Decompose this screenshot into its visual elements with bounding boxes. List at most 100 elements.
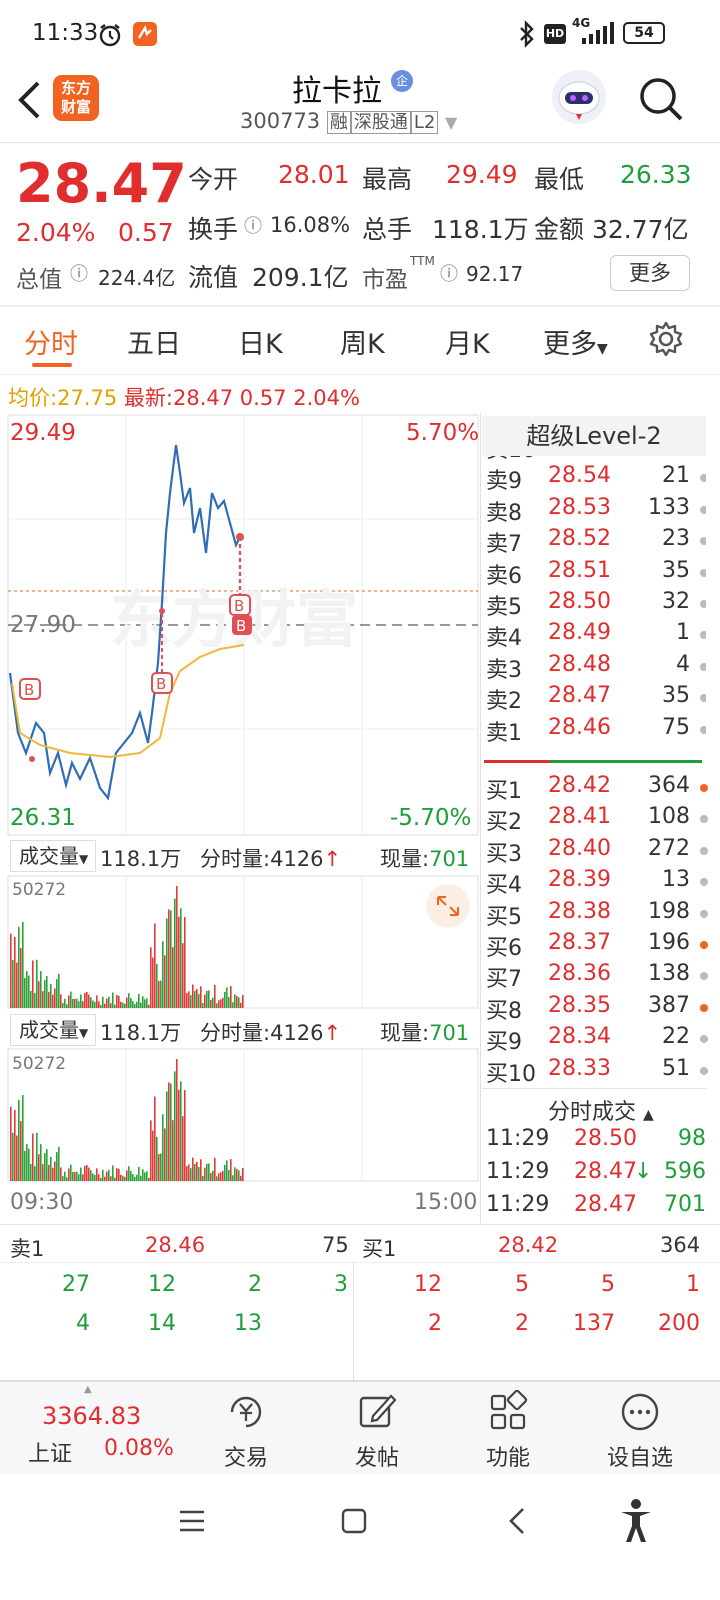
sell-order-row[interactable]: 卖3 28.48 4	[486, 651, 706, 683]
volume-selector[interactable]: 成交量▼	[10, 1014, 96, 1046]
buy-order-row[interactable]: 买1 28.42 364	[486, 773, 714, 804]
order-dot-icon	[700, 815, 708, 824]
order-label: 卖4	[486, 626, 522, 652]
pct-min-label: -5.70%	[390, 805, 472, 831]
order-dot-icon	[700, 694, 706, 703]
index-name[interactable]: 上证	[28, 1436, 72, 1468]
tab-weekly-k[interactable]: 周K	[340, 322, 385, 361]
svg-text:B: B	[236, 617, 246, 635]
mktcap-label: 总值	[16, 267, 62, 293]
trade-price: 28.50	[574, 1126, 637, 1151]
order-label: 卖8	[486, 500, 522, 526]
order-label: 买2	[486, 810, 522, 836]
index-pct[interactable]: 0.08%	[104, 1436, 174, 1461]
trade-row: 11:29 28.47 701	[486, 1192, 706, 1222]
sell-order-row[interactable]: 卖6 28.51 35	[486, 558, 706, 589]
tab-intraday[interactable]: 分时	[24, 322, 78, 361]
info-icon[interactable]: ⓘ	[70, 260, 88, 286]
watchlist-button[interactable]: 设自选	[590, 1390, 690, 1472]
index-value[interactable]: 3364.83	[42, 1402, 141, 1430]
buy-order-row[interactable]: 买4 28.39 13	[486, 867, 714, 898]
menu-icon[interactable]	[178, 1508, 206, 1534]
order-dot-icon	[700, 1035, 708, 1044]
turnover-label: 换手	[188, 215, 239, 244]
sell-order-row[interactable]: 卖4 28.49 1	[486, 620, 706, 652]
sell-order-row[interactable]: 卖8 28.53 133	[486, 495, 706, 526]
function-button[interactable]: 功能	[458, 1389, 558, 1472]
sell-order-row[interactable]: 卖1 28.46 75	[486, 715, 706, 746]
sell-order-row[interactable]: 卖9 28.54 21	[486, 463, 706, 494]
buy-marker-icon: B	[19, 678, 41, 700]
fs-volume: 分时量:4126↑	[200, 1021, 342, 1045]
order-dot-icon	[700, 600, 706, 608]
tab-daily-k[interactable]: 日K	[238, 322, 283, 361]
order-dot-icon	[700, 537, 706, 546]
dropdown-icon[interactable]: ▼	[445, 113, 457, 132]
orderbook-title[interactable]: 超级Level-2	[482, 416, 706, 456]
tab-five-day[interactable]: 五日	[127, 322, 181, 361]
tab-more[interactable]: 更多▼	[543, 322, 608, 361]
buy-order-row[interactable]: 买5 28.38 198	[486, 898, 714, 930]
sell-order-row[interactable]: 卖1028.5530	[486, 456, 706, 463]
buy-order-row[interactable]: 买9 28.34 22	[486, 1024, 714, 1056]
queue-buy-label: 买1	[362, 1237, 397, 1261]
trade-row: 11:29 28.50 98	[486, 1126, 706, 1156]
queue-sell-vol: 75	[322, 1233, 349, 1257]
order-dot-icon	[700, 909, 708, 918]
more-dots-icon	[621, 1393, 659, 1431]
robot-avatar-icon[interactable]	[552, 70, 606, 124]
order-price: 28.49	[548, 620, 611, 646]
back-icon[interactable]	[16, 80, 42, 120]
system-nav	[0, 1474, 720, 1600]
search-icon[interactable]	[636, 74, 686, 124]
order-price: 28.36	[548, 961, 611, 987]
app-logo[interactable]: 东方 财富	[53, 75, 99, 121]
buy-order-row[interactable]: 买7 28.36 138	[486, 961, 714, 992]
queue-cell: 1	[686, 1272, 700, 1297]
tag-l2: L2	[410, 111, 439, 134]
sell-list: 卖1028.5530卖928.5421卖828.53133卖728.5223卖6…	[482, 456, 706, 756]
queue-cell: 200	[658, 1311, 700, 1336]
buy-order-row[interactable]: 买10 28.33 51	[486, 1055, 714, 1087]
buy-order-row[interactable]: 买3 28.40 272	[486, 836, 714, 867]
settings-gear-icon[interactable]	[647, 320, 685, 358]
sell-order-row[interactable]: 卖5 28.50 32	[486, 589, 706, 620]
sell-order-row[interactable]: 卖7 28.52 23	[486, 526, 706, 557]
home-icon[interactable]	[340, 1507, 368, 1535]
sell-order-row[interactable]: 卖2 28.47 35	[486, 683, 706, 714]
order-volume: 30	[662, 456, 690, 457]
order-volume: 4	[676, 651, 690, 677]
trade-volume: 98	[678, 1126, 706, 1151]
system-back-icon[interactable]	[506, 1506, 528, 1536]
amount-value: 32.77亿	[592, 215, 689, 244]
queue-cell: 13	[234, 1311, 262, 1336]
buy-order-row[interactable]: 买6 28.37 196	[486, 930, 714, 961]
buy-order-row[interactable]: 买8 28.35 387	[486, 993, 714, 1024]
info-icon[interactable]: ⓘ	[440, 260, 458, 286]
order-label: 买9	[486, 1030, 522, 1056]
volume-selector[interactable]: 成交量▼	[10, 840, 96, 872]
order-price: 28.33	[548, 1055, 611, 1081]
queue-cell: 12	[414, 1272, 442, 1297]
order-price: 28.50	[548, 589, 611, 614]
order-label: 买1	[486, 779, 522, 804]
buy-order-row[interactable]: 买2 28.41 108	[486, 804, 714, 836]
queue-cell: 14	[148, 1311, 176, 1336]
info-icon[interactable]: ⓘ	[244, 212, 262, 238]
more-button[interactable]: 更多	[610, 255, 690, 291]
order-price: 28.52	[548, 526, 611, 552]
y-mid-label: 27.90	[10, 612, 76, 638]
queue-buy-vol: 364	[660, 1233, 701, 1257]
float-label: 流值	[188, 263, 239, 292]
buy-list: 买1 28.42 364 买2 28.41 108 买3 28.40 272 买4 28.39 13 买…	[482, 773, 708, 1087]
trade-button[interactable]: 交易	[196, 1390, 296, 1472]
post-button[interactable]: 发帖	[327, 1390, 427, 1472]
edit-icon	[359, 1394, 397, 1428]
fs-volume: 分时量:4126↑	[200, 847, 342, 871]
now-volume: 现量:701	[380, 847, 470, 871]
accessibility-icon[interactable]	[618, 1498, 654, 1544]
order-price: 28.38	[548, 898, 611, 924]
low-label: 最低	[534, 165, 585, 194]
tab-monthly-k[interactable]: 月K	[445, 322, 490, 361]
trades-title[interactable]: 分时成交 ▲	[548, 1094, 654, 1126]
